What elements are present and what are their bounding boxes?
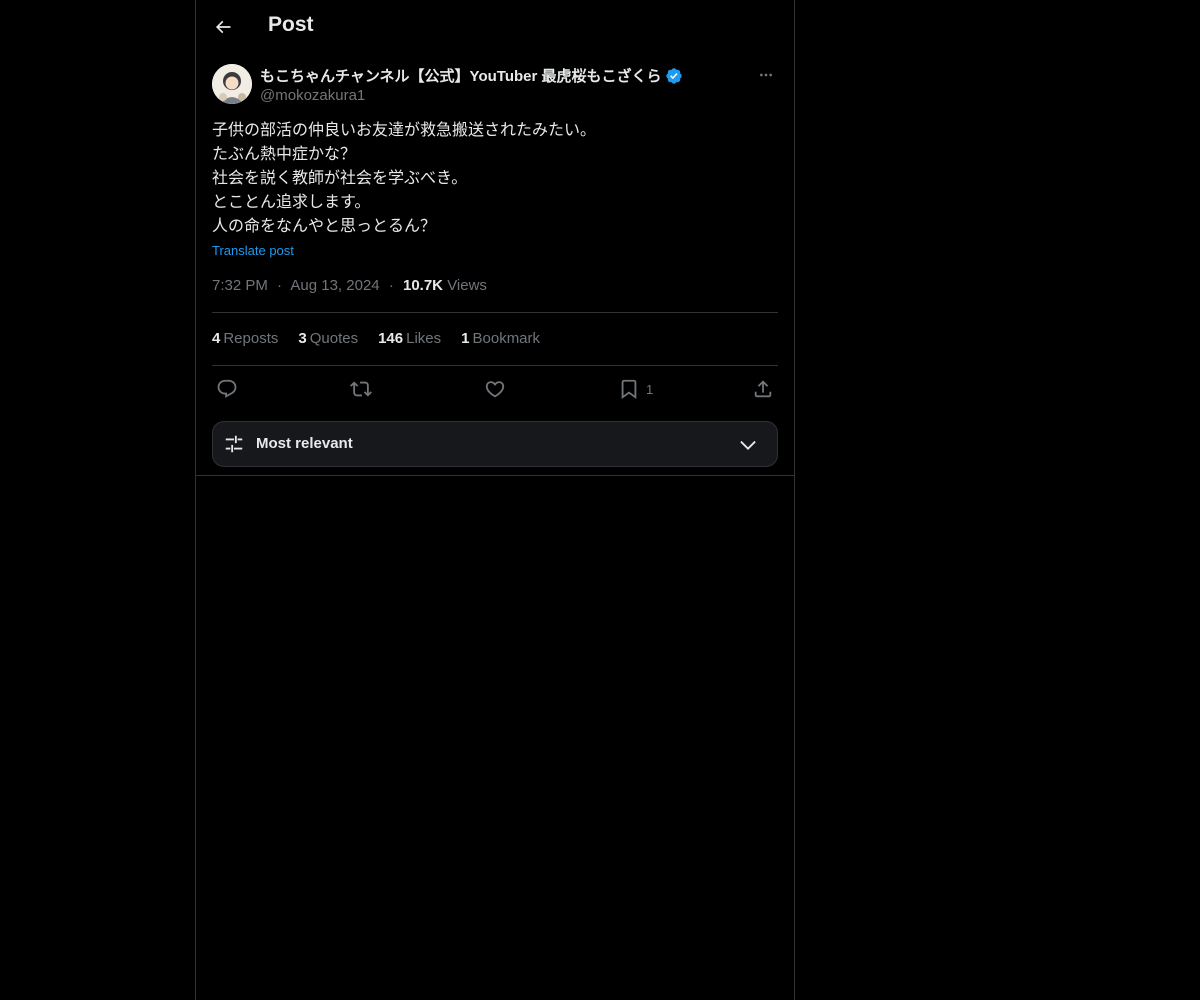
bookmark-count: 1 — [646, 381, 654, 397]
divider — [212, 312, 778, 313]
reply-icon — [216, 378, 238, 400]
bookmarks-count: 1 — [461, 330, 470, 347]
chevron-down-icon — [737, 434, 759, 456]
bookmark-icon — [618, 378, 640, 400]
views-label: Views — [447, 277, 487, 294]
author-display-name[interactable]: もこちゃんチャンネル【公式】YouTuber 最虎桜もこざくら — [260, 65, 662, 86]
sort-label: Most relevant — [256, 435, 353, 452]
post-time[interactable]: 7:32 PM — [212, 277, 268, 294]
avatar[interactable] — [212, 64, 252, 104]
reposts-stat[interactable]: 4 Reposts — [212, 330, 278, 347]
arrow-left-icon — [213, 17, 233, 37]
post-text-line: 社会を説く教師が社会を学ぶべき。 — [212, 170, 468, 187]
reposts-count: 4 — [212, 330, 221, 347]
post-text-line: 子供の部活の仲良いお友達が救急搬送されたみたい。 — [212, 122, 597, 139]
header: Post — [196, 0, 794, 53]
more-button[interactable] — [754, 64, 778, 86]
quotes-stat[interactable]: 3 Quotes — [298, 330, 358, 347]
post-stats: 4 Reposts 3 Quotes 146 Likes 1 Bookmark — [212, 330, 560, 347]
views-count: 10.7K — [402, 277, 444, 294]
repost-icon — [350, 378, 372, 400]
bookmarks-stat[interactable]: 1 Bookmark — [461, 330, 540, 347]
heart-icon — [484, 378, 506, 400]
translate-post-link[interactable]: Translate post — [212, 243, 294, 258]
likes-count: 146 — [378, 330, 404, 347]
divider — [196, 475, 794, 476]
repost-button[interactable] — [350, 376, 372, 402]
quotes-count: 3 — [298, 330, 307, 347]
verified-badge-icon[interactable] — [665, 67, 683, 85]
reply-button[interactable] — [216, 376, 238, 402]
post-meta: 7:32 PM · Aug 13, 2024 · 10.7K Views — [212, 277, 487, 294]
sliders-icon — [223, 433, 245, 455]
divider — [212, 365, 778, 366]
author-handle[interactable]: @mokozakura1 — [260, 87, 365, 104]
reply-sort-dropdown[interactable]: Most relevant — [212, 421, 778, 467]
quotes-label: Quotes — [309, 330, 359, 347]
likes-label: Likes — [406, 330, 442, 347]
action-bar: 1 — [212, 376, 778, 402]
more-horizontal-icon — [758, 67, 774, 83]
author-name-row: もこちゃんチャンネル【公式】YouTuber 最虎桜もこざくら — [260, 65, 683, 86]
reposts-label: Reposts — [223, 330, 279, 347]
post-text-line: たぶん熱中症かな？ — [212, 146, 357, 163]
back-button[interactable] — [206, 10, 240, 44]
share-button[interactable] — [752, 376, 774, 402]
post-text: 子供の部活の仲良いお友達が救急搬送されたみたい。 たぶん熱中症かな？ 社会を説く… — [212, 119, 778, 239]
share-icon — [752, 378, 774, 400]
meta-separator: · — [388, 277, 394, 294]
post-text-line: とことん追求します。 — [212, 194, 371, 211]
likes-stat[interactable]: 146 Likes — [378, 330, 441, 347]
post-date[interactable]: Aug 13, 2024 — [290, 277, 379, 294]
meta-separator: · — [277, 277, 283, 294]
bookmark-button[interactable]: 1 — [618, 376, 653, 402]
like-button[interactable] — [484, 376, 506, 402]
post-text-line: 人の命をなんやと思っとるん？ — [212, 218, 437, 235]
bookmarks-label: Bookmark — [472, 330, 541, 347]
page-title: Post — [268, 13, 314, 36]
post-column: Post もこちゃんチャンネル【公式】YouTuber 最虎桜もこざくら @mo… — [195, 0, 795, 1000]
